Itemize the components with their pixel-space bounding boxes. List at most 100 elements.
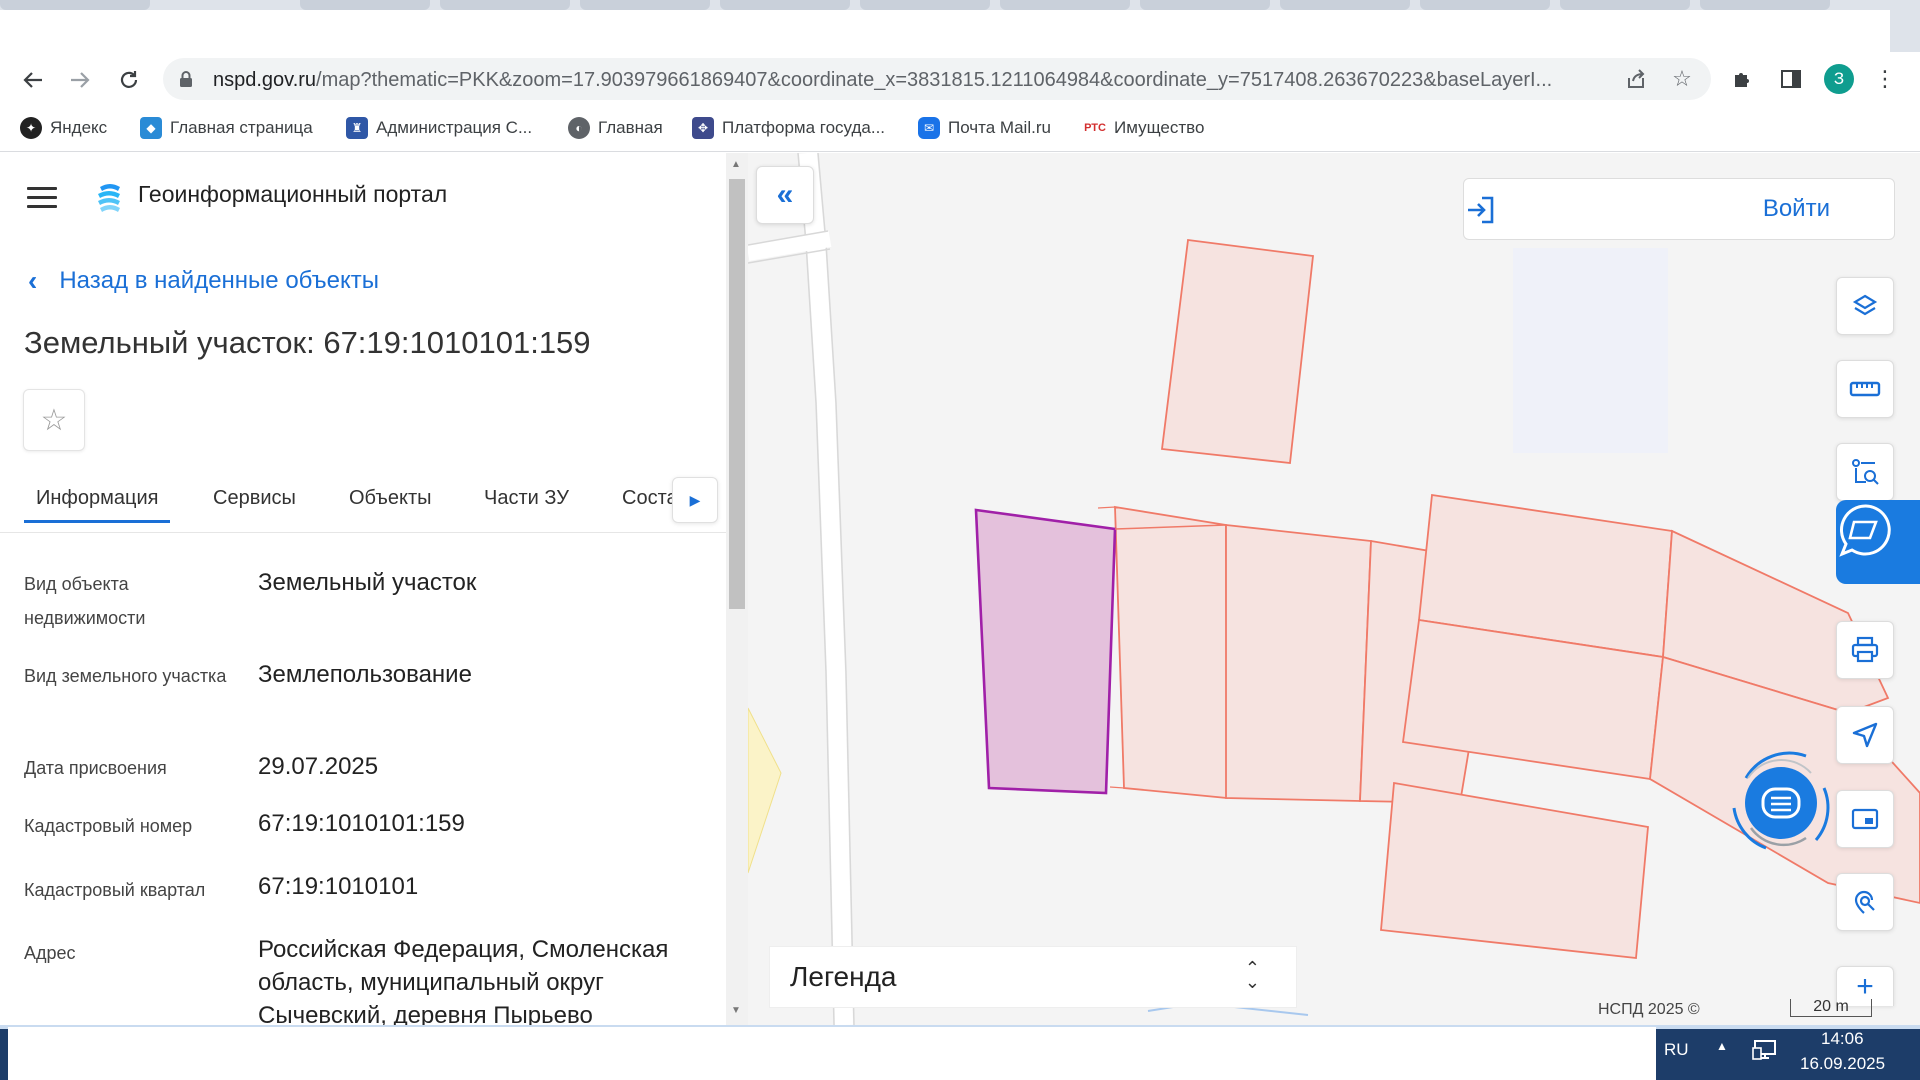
bookmark-gov-platform[interactable]: ✥ Платформа госуда... (692, 117, 885, 139)
login-button[interactable]: Войти (1463, 178, 1895, 240)
navigation-arrow-icon (1852, 722, 1878, 748)
browser-tab[interactable] (720, 0, 850, 10)
bookmark-label: Главная (598, 118, 663, 137)
tab-information[interactable]: Информация (24, 487, 171, 523)
picture-in-picture-icon (1851, 808, 1879, 830)
back-arrow-icon[interactable] (17, 64, 49, 96)
menu-dots-icon[interactable]: ⋮ (1870, 64, 1900, 94)
layers-icon (1852, 294, 1878, 316)
bookmark-mail[interactable]: ✉ Почта Mail.ru (918, 117, 1051, 139)
info-panel: Геоинформационный портал ‹ Назад в найде… (0, 153, 726, 1025)
chat-icon (1732, 751, 1830, 850)
globe-icon: ◐ (568, 117, 590, 139)
scrollbar-thumb[interactable] (729, 179, 745, 609)
measure-ruler-button[interactable] (1836, 360, 1894, 418)
bookmark-property[interactable]: РТС Имущество (1084, 117, 1204, 139)
bookmark-label: Имущество (1114, 118, 1205, 137)
parcel[interactable] (1380, 781, 1649, 959)
share-icon[interactable] (1623, 66, 1649, 92)
ruler-icon (1849, 381, 1881, 397)
browser-tab[interactable] (0, 0, 150, 10)
minimap-button[interactable] (1836, 790, 1894, 848)
bookmark-home[interactable]: ◐ Главная (568, 117, 663, 139)
feedback-button[interactable] (1836, 500, 1920, 584)
tab-composition[interactable]: Соста (622, 487, 678, 510)
browser-tab[interactable] (1000, 0, 1130, 10)
browser-tab[interactable] (1700, 0, 1830, 10)
plus-icon: + (1856, 969, 1874, 1003)
star-bookmark-icon[interactable]: ☆ (1669, 66, 1695, 92)
clock-date[interactable]: 16.09.2025 (1800, 1054, 1885, 1074)
search-location-button[interactable] (1836, 873, 1894, 931)
login-label: Войти (1762, 195, 1830, 222)
tabs-scroll-right-button[interactable]: ▶ (672, 477, 718, 523)
geolocation-button[interactable] (1836, 706, 1894, 764)
coat-of-arms-icon: ♜ (346, 117, 368, 139)
browser-tab[interactable] (1140, 0, 1270, 10)
parcel[interactable] (1114, 505, 1228, 799)
field-value-parcel-type: Землепользование (258, 661, 472, 688)
field-label-address: Адрес (24, 943, 76, 963)
scroll-down-icon[interactable]: ▼ (731, 1005, 741, 1016)
chat-assistant-button[interactable] (1726, 748, 1836, 858)
clock-time[interactable]: 14:06 (1821, 1029, 1864, 1049)
page-title: Земельный участок: 67:19:1010101:159 (24, 325, 591, 360)
favorite-star-button[interactable]: ☆ (23, 389, 85, 451)
browser-tab[interactable] (860, 0, 990, 10)
bookmark-label: Главная страница (170, 118, 313, 137)
bookmark-administration[interactable]: ♜ Администрация С... (346, 117, 532, 139)
browser-tab[interactable] (580, 0, 710, 10)
browser-tab[interactable] (300, 0, 430, 10)
tab-services[interactable]: Сервисы (213, 487, 296, 510)
network-icon[interactable] (1752, 1038, 1778, 1067)
browser-tab[interactable] (1420, 0, 1550, 10)
field-value-address: Российская Федерация, Смоленская область… (258, 936, 669, 1025)
back-link-label: Назад в найденные объекты (59, 267, 379, 294)
field-value-assign-date: 29.07.2025 (258, 753, 379, 780)
layers-button[interactable] (1836, 277, 1894, 335)
hamburger-menu-icon[interactable] (27, 187, 57, 209)
scroll-up-icon[interactable]: ▲ (731, 159, 741, 170)
address-bar[interactable]: nspd.gov.ru/map?thematic=PKK&zoom=17.903… (163, 58, 1711, 100)
panel-scrollbar[interactable]: ▲ ▼ (726, 153, 748, 1025)
field-label-cadastral-quarter: Кадастровый квартал (24, 880, 206, 900)
select-area-button[interactable] (1836, 443, 1894, 501)
map-canvas[interactable] (748, 153, 1920, 1025)
map-attribution: НСПД 2025 © (1598, 1001, 1700, 1018)
mail-icon: ✉ (918, 117, 940, 139)
bookmark-label: Администрация С... (376, 118, 533, 137)
field-value-cadastral-quarter: 67:19:1010101 (258, 873, 419, 900)
bookmark-main-page[interactable]: ◆ Главная страница (140, 117, 313, 139)
forward-arrow-icon[interactable] (64, 64, 96, 96)
side-panel-icon[interactable] (1776, 64, 1806, 94)
field-label-assign-date: Дата присвоения (24, 758, 167, 778)
login-arrow-icon (1468, 196, 1494, 224)
star-icon: ☆ (40, 403, 68, 437)
browser-tab[interactable] (1280, 0, 1410, 10)
parcel[interactable] (1225, 523, 1372, 802)
parcel[interactable] (1160, 238, 1314, 464)
lock-icon (180, 71, 192, 87)
collapse-panel-button[interactable]: « (756, 166, 814, 224)
legend-label: Легенда (790, 961, 897, 992)
tray-expand-icon[interactable]: ▲ (1716, 1039, 1728, 1053)
tab-objects[interactable]: Объекты (349, 487, 431, 510)
selected-parcel[interactable] (974, 508, 1117, 795)
chevron-left-icon: ‹ (28, 265, 38, 296)
back-to-results-link[interactable]: ‹ Назад в найденные объекты (28, 265, 379, 297)
browser-tab[interactable] (440, 0, 570, 10)
profile-avatar[interactable]: З (1824, 64, 1854, 94)
bookmark-yandex[interactable]: ✦ Яндекс (20, 117, 107, 139)
map-scale-bar: 20 m (1790, 999, 1872, 1017)
extensions-puzzle-icon[interactable] (1728, 64, 1758, 94)
map-view[interactable]: « Войти + Легенда ⌃ ⌄ НСПД 2025 © 20 m (748, 153, 1920, 1025)
legend-panel[interactable]: Легенда ⌃ ⌄ (769, 946, 1297, 1008)
reload-icon[interactable] (113, 64, 145, 96)
bookmark-label: Почта Mail.ru (948, 118, 1051, 137)
language-indicator[interactable]: RU (1664, 1040, 1689, 1060)
field-label-object-type: Вид объекта недвижимости (24, 574, 146, 628)
print-button[interactable] (1836, 621, 1894, 679)
browser-tab[interactable] (1560, 0, 1690, 10)
emblem-icon: ◆ (140, 117, 162, 139)
tab-parts[interactable]: Части ЗУ (484, 487, 569, 510)
